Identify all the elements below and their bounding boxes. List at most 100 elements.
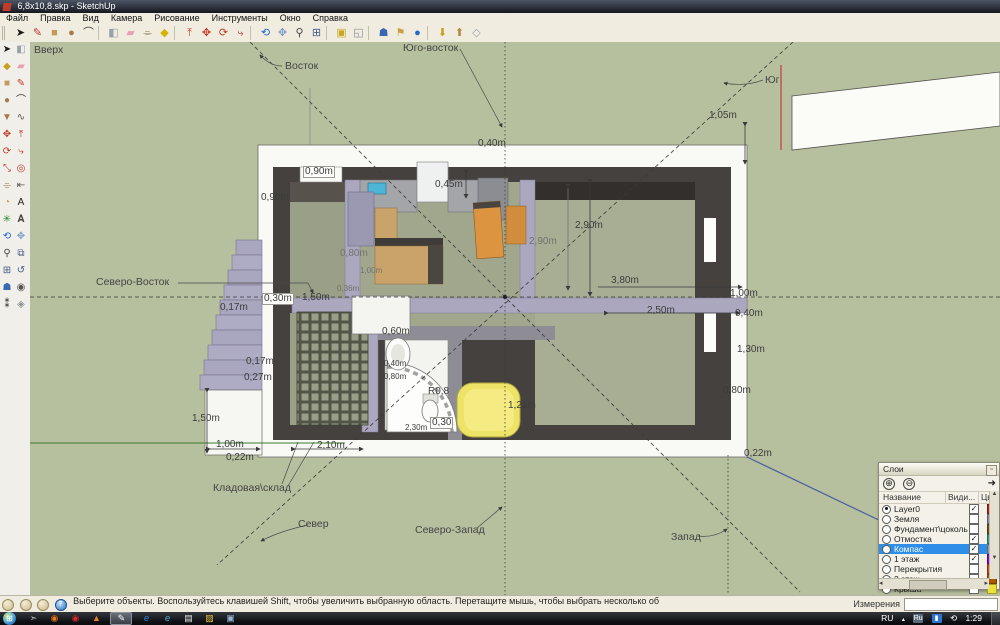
eraser-icon[interactable]: ▰ <box>122 25 139 41</box>
taskbar-item-explorer-folder[interactable]: ▨ <box>202 613 216 624</box>
eraser-icon[interactable]: ▰ <box>14 59 28 75</box>
credits-icon[interactable] <box>20 599 32 611</box>
layer-row-Компас[interactable]: Компас✓ <box>879 544 999 554</box>
remove-layer-button[interactable]: ⊖ <box>903 478 915 490</box>
push-pull-icon[interactable]: ⤒ <box>181 25 198 41</box>
taskbar-item-document[interactable]: ▤ <box>181 613 195 624</box>
position-camera-icon[interactable]: ☗ <box>375 25 392 41</box>
paint-bucket-icon[interactable]: ◆ <box>0 59 14 75</box>
materials-icon[interactable]: ◱ <box>350 25 367 41</box>
orbit-icon[interactable]: ⟲ <box>0 229 14 245</box>
toolbar-handle[interactable] <box>2 26 11 40</box>
arc-icon[interactable]: ⌒ <box>80 25 97 41</box>
layers-horizontal-scrollbar[interactable]: ◂▸ <box>879 578 989 589</box>
layer-row-Земля[interactable]: Земля <box>879 514 999 524</box>
follow-me-icon[interactable]: ⤷ <box>14 144 28 160</box>
layers-panel[interactable]: Слои ▫ ⊕ ⊖ ➜ Название Види... Цве Layer0… <box>878 462 1000 590</box>
paint-bucket-icon[interactable]: ◆ <box>156 25 173 41</box>
move-icon[interactable]: ✥ <box>0 127 14 143</box>
layer-visible-checkbox[interactable] <box>969 514 979 524</box>
pan-icon[interactable]: ✥ <box>14 229 28 245</box>
show-desktop-button[interactable] <box>991 612 1000 625</box>
line-icon[interactable]: ✎ <box>14 76 28 92</box>
scale-icon[interactable]: ⤡ <box>0 161 14 177</box>
circle-icon[interactable]: ● <box>0 93 14 109</box>
layer-active-radio[interactable] <box>882 505 891 514</box>
position-camera-icon[interactable]: ☗ <box>0 280 14 296</box>
language-badge-icon[interactable]: Ru <box>913 614 923 623</box>
menu-item-6[interactable]: Инструменты <box>206 13 274 24</box>
taskbar-item-browser[interactable]: e <box>160 613 174 624</box>
layer-active-radio[interactable] <box>882 555 891 564</box>
taskbar-item-firefox[interactable]: ◉ <box>47 613 61 624</box>
push-pull-icon[interactable]: ⤒ <box>14 127 28 143</box>
language-indicator[interactable]: RU <box>881 613 893 623</box>
help-icon[interactable]: ? <box>55 599 67 611</box>
title-bar[interactable]: 6,8x10,8.skp - SketchUp <box>0 0 1000 13</box>
rectangle-icon[interactable]: ■ <box>46 25 63 41</box>
dimension-icon[interactable]: ⇤ <box>14 178 28 194</box>
section-plane-icon[interactable]: ◇ <box>468 25 485 41</box>
look-around-icon[interactable]: ⚑ <box>392 25 409 41</box>
tape-measure-icon[interactable]: ⌯ <box>139 25 156 41</box>
menu-item-1[interactable]: Файл <box>0 13 34 24</box>
messenger-icon[interactable]: ▮ <box>932 614 942 623</box>
layer-visible-checkbox[interactable] <box>969 564 979 574</box>
line-icon[interactable]: ✎ <box>29 25 46 41</box>
circle-icon[interactable]: ● <box>63 25 80 41</box>
taskbar-item-quick-launch[interactable]: ➣ <box>26 613 40 624</box>
taskbar-item-internet-explorer[interactable]: e <box>139 613 153 624</box>
column-name[interactable]: Название <box>879 492 945 503</box>
offset-icon[interactable]: ◎ <box>14 161 28 177</box>
layer-visible-checkbox[interactable] <box>969 524 979 534</box>
layer-row-Отмостка[interactable]: Отмостка✓ <box>879 534 999 544</box>
layer-active-radio[interactable] <box>882 545 891 554</box>
rectangle-icon[interactable]: ■ <box>0 76 14 92</box>
select-icon[interactable]: ➤ <box>12 25 29 41</box>
get-models-icon[interactable]: ⬇ <box>434 25 451 41</box>
geolocation-icon[interactable] <box>2 599 14 611</box>
layer-active-radio[interactable] <box>882 565 891 574</box>
rotate-icon[interactable]: ⟳ <box>0 144 14 160</box>
layer-visible-checkbox[interactable]: ✓ <box>969 534 979 544</box>
layers-panel-title[interactable]: Слои <box>879 463 999 476</box>
orbit-icon[interactable]: ⟲ <box>257 25 274 41</box>
layer-active-radio[interactable] <box>882 515 891 524</box>
layer-row-Фундамент\цоколь[interactable]: Фундамент\цоколь <box>879 524 999 534</box>
look-around-icon[interactable]: ◉ <box>14 280 28 296</box>
section-plane-icon[interactable]: ◈ <box>14 297 28 313</box>
polygon-icon[interactable]: ▼ <box>0 110 14 126</box>
claim-credit-icon[interactable] <box>37 599 49 611</box>
add-layer-button[interactable]: ⊕ <box>883 478 895 490</box>
taskbar-item-opera[interactable]: ◉ <box>68 613 82 624</box>
make-component-icon[interactable]: ◧ <box>105 25 122 41</box>
layer-row-Перекрытия[interactable]: Перекрытия <box>879 564 999 574</box>
layers-vertical-scrollbar[interactable]: ▲▼ <box>989 491 999 579</box>
follow-me-icon[interactable]: ⤷ <box>232 25 249 41</box>
layer-row-1 этаж[interactable]: 1 этаж✓ <box>879 554 999 564</box>
text-icon[interactable]: A <box>14 195 28 211</box>
layer-row-Layer0[interactable]: Layer0✓ <box>879 504 999 514</box>
taskbar-item-app-window[interactable]: ▣ <box>223 613 237 624</box>
fence-wall[interactable] <box>792 72 1000 150</box>
layer-details-button[interactable]: ➜ <box>988 478 996 489</box>
menu-item-7[interactable]: Окно <box>274 13 307 24</box>
layer-visible-checkbox[interactable]: ✓ <box>969 544 979 554</box>
menu-item-3[interactable]: Вид <box>77 13 105 24</box>
zoom-previous-icon[interactable]: ↺ <box>14 263 28 279</box>
taskbar-item-sketchup[interactable]: ✎ <box>110 612 132 625</box>
layer-visible-checkbox[interactable]: ✓ <box>969 504 979 514</box>
menu-item-2[interactable]: Правка <box>34 13 76 24</box>
zoom-extents-icon[interactable]: ⊞ <box>0 263 14 279</box>
menu-item-8[interactable]: Справка <box>307 13 354 24</box>
column-visible[interactable]: Види... <box>945 492 978 503</box>
layer-active-radio[interactable] <box>882 525 891 534</box>
tape-measure-icon[interactable]: ⌯ <box>0 178 14 194</box>
clock[interactable]: 1:29 <box>965 613 982 623</box>
zoom-window-icon[interactable]: ⧉ <box>14 246 28 262</box>
axes-icon[interactable]: ✳ <box>0 212 14 228</box>
zoom-icon[interactable]: ⚲ <box>291 25 308 41</box>
layer-visible-checkbox[interactable]: ✓ <box>969 554 979 564</box>
select-icon[interactable]: ➤ <box>0 42 14 58</box>
walk-icon[interactable]: ⁑ <box>0 297 14 313</box>
